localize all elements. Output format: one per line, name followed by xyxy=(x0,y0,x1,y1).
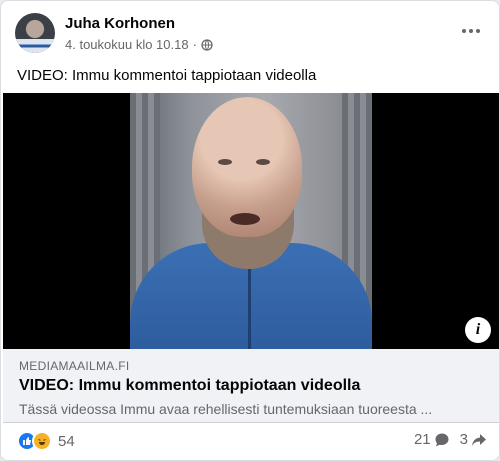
info-button[interactable]: i xyxy=(465,317,491,343)
comment-icon xyxy=(435,433,449,446)
reactions-summary[interactable]: 54 xyxy=(17,431,75,451)
post-meta: 4. toukokuu klo 10.18 · xyxy=(65,37,213,52)
link-title[interactable]: VIDEO: Immu kommentoi tappiotaan videoll… xyxy=(19,377,360,395)
link-description: Tässä videossa Immu avaa rehellisesti tu… xyxy=(19,401,433,417)
author-name[interactable]: Juha Korhonen xyxy=(65,15,175,32)
engagement-counts: 21 3 xyxy=(414,431,487,448)
meta-separator: · xyxy=(192,37,197,52)
post-stats: 54 21 3 xyxy=(17,431,487,453)
more-dot-icon xyxy=(462,29,466,33)
video-thumbnail[interactable]: i xyxy=(3,93,499,349)
shares-count[interactable]: 3 xyxy=(460,431,487,448)
timestamp[interactable]: 4. toukokuu klo 10.18 xyxy=(65,37,189,52)
more-dot-icon xyxy=(476,29,480,33)
share-count-value: 3 xyxy=(459,431,468,448)
share-icon xyxy=(472,433,486,446)
reaction-count: 54 xyxy=(58,432,75,450)
avatar[interactable] xyxy=(15,13,55,53)
comments-count[interactable]: 21 xyxy=(414,431,450,448)
more-dot-icon xyxy=(469,29,473,33)
post-header: Juha Korhonen 4. toukokuu klo 10.18 · xyxy=(15,13,487,57)
haha-icon xyxy=(32,431,52,451)
post-text: VIDEO: Immu kommentoi tappiotaan videoll… xyxy=(17,67,317,84)
globe-icon xyxy=(201,38,213,51)
comment-count-value: 21 xyxy=(413,431,431,448)
video-frame xyxy=(130,93,372,349)
post-card: Juha Korhonen 4. toukokuu klo 10.18 · VI… xyxy=(0,0,500,461)
link-preview[interactable]: MEDIAMAAILMA.FI VIDEO: Immu kommentoi ta… xyxy=(3,349,499,423)
more-options-button[interactable] xyxy=(459,23,483,39)
link-domain: MEDIAMAAILMA.FI xyxy=(19,359,130,373)
